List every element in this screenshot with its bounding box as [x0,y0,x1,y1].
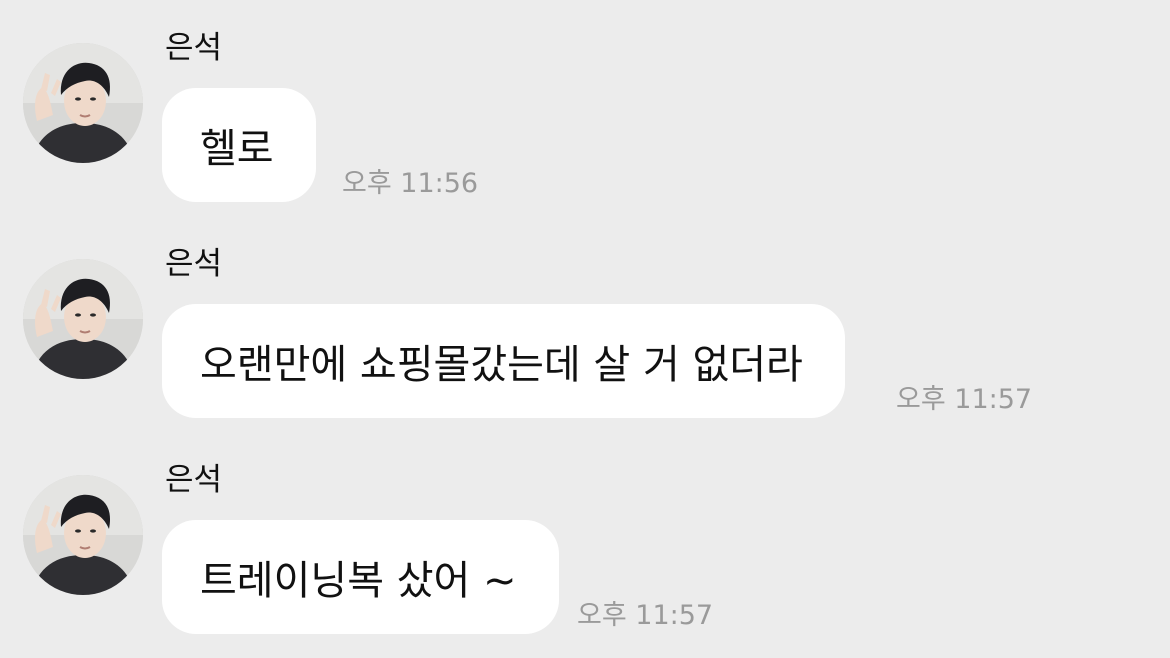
sender-avatar[interactable] [23,43,143,163]
sender-avatar[interactable] [23,259,143,379]
message-group: 은석 헬로 오후 11:56 [0,0,1170,216]
message-bubble[interactable]: 헬로 [162,88,316,202]
profile-photo-icon [23,43,143,163]
message-bubble[interactable]: 트레이닝복 샀어 ~ [162,520,559,634]
sender-name: 은석 [165,30,223,66]
message-bubble[interactable]: 오랜만에 쇼핑몰갔는데 살 거 없더라 [162,304,845,418]
message-timestamp: 오후 11:57 [896,384,1033,415]
profile-photo-icon [23,475,143,595]
message-group: 은석 오랜만에 쇼핑몰갔는데 살 거 없더라 오후 11:57 [0,216,1170,432]
sender-avatar[interactable] [23,475,143,595]
message-timestamp: 오후 11:56 [342,168,479,199]
message-group: 은석 트레이닝복 샀어 ~ 오후 11:57 [0,432,1170,648]
message-timestamp: 오후 11:57 [577,600,714,631]
sender-name: 은석 [165,462,223,498]
profile-photo-icon [23,259,143,379]
sender-name: 은석 [165,246,223,282]
